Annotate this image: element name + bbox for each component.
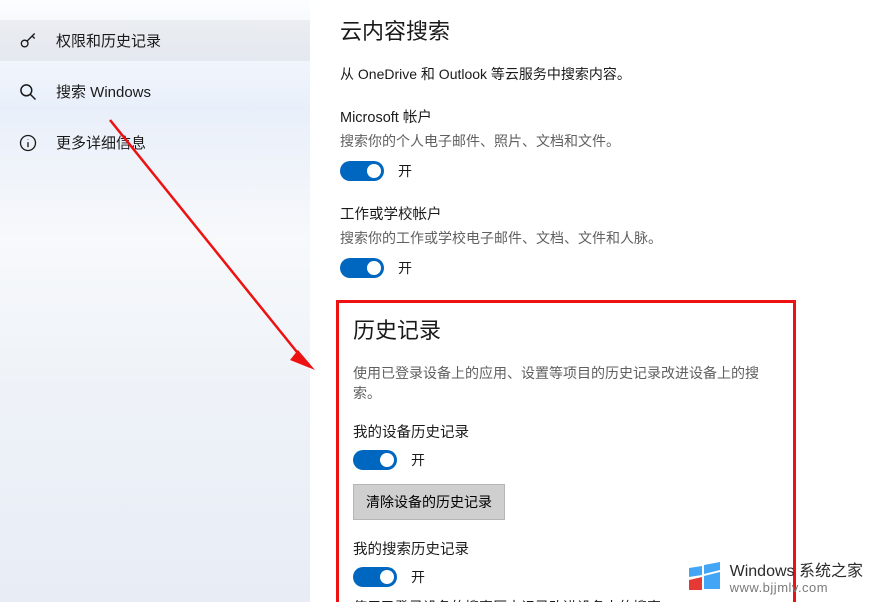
sidebar-item-search-windows[interactable]: 搜索 Windows [0,71,310,112]
device-history-title: 我的设备历史记录 [353,421,779,442]
cloud-search-title: 云内容搜索 [340,14,843,46]
search-history-toggle-label: 开 [411,567,425,587]
sidebar-item-label: 权限和历史记录 [56,30,161,51]
main-content: 云内容搜索 从 OneDrive 和 Outlook 等云服务中搜索内容。 Mi… [310,0,871,602]
ms-account-toggle-label: 开 [398,161,412,181]
work-account-title: 工作或学校帐户 [340,203,843,224]
work-account-descr: 搜索你的工作或学校电子邮件、文档、文件和人脉。 [340,228,843,248]
clear-device-history-button[interactable]: 清除设备的历史记录 [353,484,505,520]
ms-account-toggle[interactable] [340,161,384,181]
sidebar-item-label: 搜索 Windows [56,81,151,102]
device-history-toggle[interactable] [353,450,397,470]
ms-account-descr: 搜索你的个人电子邮件、照片、文档和文件。 [340,131,843,151]
ms-account-block: Microsoft 帐户 搜索你的个人电子邮件、照片、文档和文件。 开 [340,106,843,181]
search-history-line1: 使用已登录设备的搜索历史记录改进设备上的搜索 [353,597,779,602]
ms-account-title: Microsoft 帐户 [340,106,843,127]
sidebar-item-permissions-history[interactable]: 权限和历史记录 [0,20,310,61]
search-icon [18,82,38,102]
work-account-block: 工作或学校帐户 搜索你的工作或学校电子邮件、文档、文件和人脉。 开 [340,203,843,278]
device-history-toggle-label: 开 [411,450,425,470]
cloud-search-descr: 从 OneDrive 和 Outlook 等云服务中搜索内容。 [340,64,843,84]
history-title: 历史记录 [353,313,779,345]
work-account-toggle[interactable] [340,258,384,278]
device-history-block: 我的设备历史记录 开 清除设备的历史记录 [353,421,779,520]
search-history-block: 我的搜索历史记录 开 使用已登录设备的搜索历史记录改进设备上的搜索 查看或清除已… [353,538,779,602]
search-history-toggle[interactable] [353,567,397,587]
search-history-title: 我的搜索历史记录 [353,538,779,559]
sidebar-item-more-details[interactable]: 更多详细信息 [0,122,310,163]
history-descr: 使用已登录设备上的应用、设置等项目的历史记录改进设备上的搜索。 [353,363,779,403]
info-icon [18,133,38,153]
key-history-icon [18,31,38,51]
history-highlight-box: 历史记录 使用已登录设备上的应用、设置等项目的历史记录改进设备上的搜索。 我的设… [336,300,796,602]
sidebar: 权限和历史记录 搜索 Windows 更多详细信息 [0,0,310,602]
sidebar-item-label: 更多详细信息 [56,132,146,153]
work-account-toggle-label: 开 [398,258,412,278]
